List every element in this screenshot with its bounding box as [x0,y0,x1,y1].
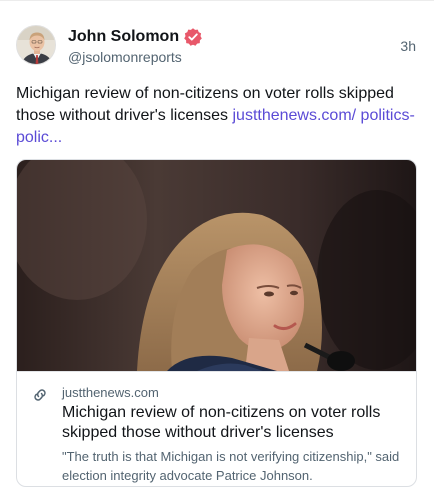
author-display-name[interactable]: John Solomon [68,28,179,46]
verified-badge-icon [184,28,202,46]
author-name-row: John Solomon [68,26,203,48]
link-card-domain: justthenews.com [62,385,159,400]
avatar-image [17,26,55,64]
author-handle[interactable]: @jsolomonreports [68,49,182,65]
feed-post[interactable]: John Solomon @jsolomonreports 3h Michiga… [0,0,434,500]
link-preview-card[interactable]: justthenews.com Michigan review of non-c… [16,159,417,487]
post-body: Michigan review of non-citizens on voter… [16,83,416,149]
post-header: John Solomon @jsolomonreports 3h [16,25,418,69]
avatar[interactable] [16,25,56,65]
article-image [17,160,416,371]
post-timestamp[interactable]: 3h [400,38,416,54]
link-card-title[interactable]: Michigan review of non-citizens on voter… [62,403,402,443]
link-card-description: "The truth is that Michigan is not verif… [62,449,400,483]
link-icon [34,389,46,401]
link-card-body: justthenews.com Michigan review of non-c… [17,371,416,486]
